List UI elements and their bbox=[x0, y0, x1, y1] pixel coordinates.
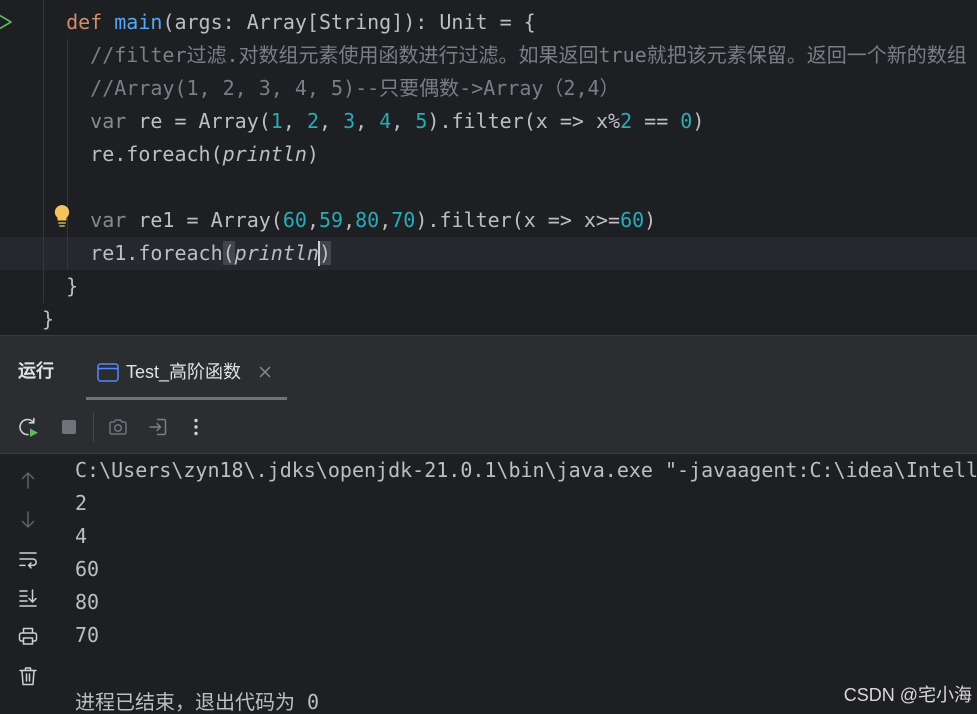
lightbulb-icon[interactable] bbox=[52, 203, 72, 229]
comment: //Array(1, 2, 3, 4, 5)--只要偶数->Array（2,4） bbox=[42, 76, 620, 100]
code-text: re1 = Array( bbox=[126, 208, 283, 232]
code-text: ).filter(x => x% bbox=[427, 109, 621, 133]
tab-run-configuration[interactable]: Test_高阶函数 bbox=[86, 336, 287, 400]
code-text: ) bbox=[692, 109, 705, 133]
close-icon[interactable] bbox=[259, 366, 271, 378]
code-text: , bbox=[318, 109, 344, 133]
matched-bracket-close: ) bbox=[318, 241, 332, 265]
trash-icon[interactable] bbox=[17, 665, 39, 687]
rerun-icon[interactable] bbox=[17, 416, 39, 438]
code-line-2[interactable]: //filter过滤.对数组元素使用函数进行过滤。如果返回true就把该元素保留… bbox=[42, 39, 977, 72]
matched-bracket-open: ( bbox=[222, 241, 235, 265]
code-text: ).filter(x => x>= bbox=[415, 208, 621, 232]
code-line-8[interactable]: re1.foreach(println) bbox=[42, 237, 977, 270]
code-text: , bbox=[391, 109, 416, 133]
toolbar-divider bbox=[93, 412, 94, 442]
code-line-5[interactable]: re.foreach(println) bbox=[42, 138, 977, 171]
code-text: , bbox=[379, 208, 392, 232]
number-literal: 0 bbox=[680, 109, 693, 133]
number-literal: 59 bbox=[318, 208, 344, 232]
attach-icon[interactable] bbox=[147, 416, 169, 438]
code-line-4[interactable]: var re = Array(1, 2, 3, 4, 5).filter(x =… bbox=[42, 105, 977, 138]
tab-label: Test_高阶函数 bbox=[126, 362, 242, 382]
text-caret bbox=[318, 241, 320, 266]
console-output-line: 60 bbox=[75, 557, 100, 581]
code-text: == bbox=[632, 109, 681, 133]
comment: //filter过滤.对数组元素使用函数进行过滤。如果返回true就把该元素保留… bbox=[42, 43, 967, 67]
process-exit-message: 进程已结束，退出代码为 0 bbox=[75, 690, 320, 714]
function-name-main[interactable]: main bbox=[102, 10, 162, 34]
arrow-down-icon[interactable] bbox=[17, 509, 39, 531]
code-text: re1.foreach bbox=[42, 241, 223, 265]
console-icon bbox=[97, 363, 119, 382]
keyword-var: var bbox=[42, 109, 127, 133]
code-line-9[interactable]: } bbox=[42, 270, 977, 303]
print-icon[interactable] bbox=[17, 625, 39, 647]
code-text: , bbox=[355, 109, 380, 133]
arrow-up-icon[interactable] bbox=[17, 469, 39, 491]
code-text: } bbox=[42, 274, 79, 298]
scroll-to-end-icon[interactable] bbox=[17, 587, 39, 609]
code-text: , bbox=[306, 208, 319, 232]
code-text: } bbox=[42, 307, 55, 331]
code-text: re.foreach( bbox=[42, 142, 223, 166]
code-line-6[interactable] bbox=[42, 171, 977, 204]
number-literal: 1 bbox=[270, 109, 283, 133]
tool-window-title: 运行 bbox=[18, 361, 54, 382]
console-output[interactable]: C:\Users\zyn18\.jdks\openjdk-21.0.1\bin\… bbox=[75, 454, 977, 652]
code-line-7[interactable]: var re1 = Array(60,59,80,70).filter(x =>… bbox=[42, 204, 977, 237]
console-output-line: 2 bbox=[75, 491, 88, 515]
console-output-line: 70 bbox=[75, 623, 100, 647]
stop-icon[interactable] bbox=[58, 416, 80, 438]
watermark: CSDN @宅小海 bbox=[843, 685, 972, 705]
run-icon[interactable] bbox=[0, 13, 13, 31]
code-line-10[interactable]: } bbox=[42, 303, 977, 335]
println-reference[interactable]: println bbox=[223, 142, 307, 166]
code-editor[interactable]: def main(args: Array[String]): Unit = { … bbox=[0, 0, 977, 335]
number-literal: 70 bbox=[391, 208, 416, 232]
console-output-line: 4 bbox=[75, 524, 88, 548]
number-literal: 2 bbox=[620, 109, 633, 133]
code-text: ) bbox=[644, 208, 657, 232]
code-text: , bbox=[282, 109, 307, 133]
console-panel[interactable]: C:\Users\zyn18\.jdks\openjdk-21.0.1\bin\… bbox=[0, 454, 977, 714]
code-text: ) bbox=[306, 142, 319, 166]
number-literal: 2 bbox=[306, 109, 319, 133]
println-reference[interactable]: println bbox=[235, 241, 319, 265]
number-literal: 3 bbox=[343, 109, 356, 133]
console-command-line: C:\Users\zyn18\.jdks\openjdk-21.0.1\bin\… bbox=[75, 458, 977, 482]
number-literal: 80 bbox=[355, 208, 380, 232]
code-text: (args: Array[String]): Unit = { bbox=[162, 10, 536, 34]
keyword-def: def bbox=[42, 10, 103, 34]
code-line-1[interactable]: def main(args: Array[String]): Unit = { bbox=[42, 6, 977, 39]
code-line-3[interactable]: //Array(1, 2, 3, 4, 5)--只要偶数->Array（2,4） bbox=[42, 72, 977, 105]
more-vertical-icon[interactable] bbox=[185, 416, 207, 438]
screenshot-icon[interactable] bbox=[107, 416, 129, 438]
code-text: re = Array( bbox=[126, 109, 271, 133]
code-text: , bbox=[343, 208, 356, 232]
number-literal: 60 bbox=[620, 208, 645, 232]
console-output-line: 80 bbox=[75, 590, 100, 614]
active-tab-indicator bbox=[86, 397, 287, 400]
run-tool-window: 运行 Test_高阶函数 C:\Users\zyn18\.jdks\openjd… bbox=[0, 336, 977, 714]
code-area[interactable]: def main(args: Array[String]): Unit = { … bbox=[42, 6, 977, 335]
number-literal: 4 bbox=[379, 109, 392, 133]
number-literal: 5 bbox=[415, 109, 428, 133]
soft-wrap-icon[interactable] bbox=[17, 548, 39, 570]
number-literal: 60 bbox=[282, 208, 307, 232]
